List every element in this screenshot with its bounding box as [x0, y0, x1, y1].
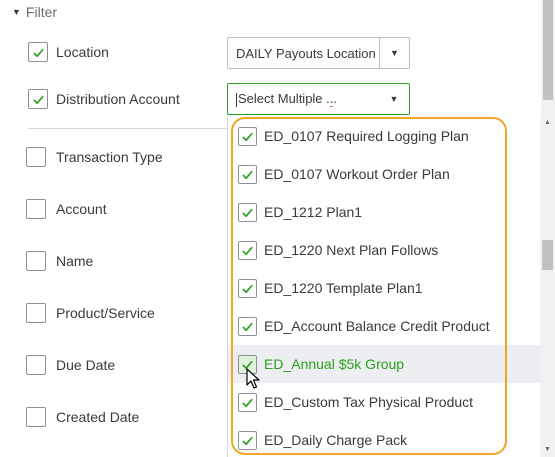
dropdown-item[interactable]: ED_Daily Charge Pack	[228, 421, 540, 457]
distribution-account-select[interactable]: Select Multiple ... ▼	[227, 83, 410, 115]
mouse-pointer-icon	[246, 368, 260, 389]
transaction-type-label: Transaction Type	[56, 149, 163, 165]
dropdown-item-label: ED_1220 Template Plan1	[264, 280, 423, 296]
dropdown-item-checkbox[interactable]	[238, 430, 257, 450]
dropdown-item-label: ED_0107 Required Logging Plan	[264, 128, 469, 144]
check-icon	[242, 436, 253, 445]
dropdown-scrollbar-thumb[interactable]	[542, 240, 553, 270]
dropdown-item-label: ED_Custom Tax Physical Product	[264, 394, 474, 410]
divider	[28, 128, 228, 129]
created-date-checkbox[interactable]	[26, 407, 46, 427]
scroll-up-arrow-icon[interactable]: ▲	[540, 115, 555, 130]
distribution-account-checkbox[interactable]	[28, 89, 48, 109]
chevron-down-icon[interactable]: ▼	[379, 38, 409, 68]
text-caret	[236, 92, 237, 107]
dropdown-item-hovered[interactable]: ED_Annual $5k Group	[228, 345, 540, 383]
page-scrollbar-thumb[interactable]	[543, 0, 553, 100]
dropdown-item[interactable]: ED_1220 Next Plan Follows	[228, 231, 540, 269]
dropdown-item[interactable]: ED_1220 Template Plan1	[228, 269, 540, 307]
filter-toggle[interactable]: ▼ Filter	[12, 4, 57, 20]
dropdown-item-label: ED_Annual $5k Group	[264, 356, 405, 372]
dropdown-item-label: ED_Daily Charge Pack	[264, 432, 408, 448]
location-select[interactable]: DAILY Payouts Location ▼	[227, 37, 410, 69]
due-date-checkbox[interactable]	[26, 355, 46, 375]
check-icon	[32, 95, 44, 104]
check-icon	[242, 208, 253, 217]
page-scrollbar[interactable]	[541, 0, 555, 115]
dropdown-item[interactable]: ED_Account Balance Credit Product	[228, 307, 540, 345]
check-icon	[242, 170, 253, 179]
distribution-account-select-value[interactable]: Select Multiple ...	[228, 91, 379, 107]
location-label: Location	[56, 44, 109, 60]
dropdown-item-checkbox[interactable]	[238, 392, 257, 412]
account-label: Account	[56, 201, 107, 217]
dropdown-item-label: ED_Account Balance Credit Product	[264, 318, 490, 334]
select-multiple-ellipsis: ...	[326, 91, 337, 107]
product-service-checkbox[interactable]	[26, 303, 46, 323]
triangle-down-icon: ▼	[12, 7, 21, 17]
dropdown-item-label: ED_1220 Next Plan Follows	[264, 242, 439, 258]
filter-header-label: Filter	[25, 4, 58, 20]
check-icon	[242, 246, 253, 255]
check-icon	[242, 132, 253, 141]
dropdown-item-label: ED_0107 Workout Order Plan	[264, 166, 450, 182]
dropdown-item[interactable]: ED_0107 Workout Order Plan	[228, 155, 540, 193]
distribution-account-label: Distribution Account	[56, 91, 180, 107]
dropdown-item-checkbox[interactable]	[238, 240, 257, 260]
due-date-label: Due Date	[56, 357, 116, 373]
dropdown-item-label: ED_1212 Plan1	[264, 204, 363, 220]
name-label: Name	[56, 253, 94, 269]
check-icon	[32, 48, 44, 57]
dropdown-scrollbar[interactable]: ▲ ▼	[540, 115, 555, 457]
dropdown-item-checkbox[interactable]	[238, 126, 257, 146]
check-icon	[242, 322, 253, 331]
product-service-label: Product/Service	[56, 305, 155, 321]
name-checkbox[interactable]	[26, 251, 46, 271]
distribution-account-dropdown: ED_0107 Required Logging Plan ED_0107 Wo…	[227, 115, 540, 457]
location-select-value: DAILY Payouts Location	[236, 45, 376, 61]
check-icon	[242, 398, 253, 407]
select-multiple-text: Select Multiple	[238, 91, 327, 107]
dropdown-item-checkbox[interactable]	[238, 202, 257, 222]
dropdown-item[interactable]: ED_0107 Required Logging Plan	[228, 117, 540, 155]
dropdown-item[interactable]: ED_Custom Tax Physical Product	[228, 383, 540, 421]
dropdown-item[interactable]: ED_1212 Plan1	[228, 193, 540, 231]
transaction-type-checkbox[interactable]	[26, 147, 46, 167]
dropdown-item-checkbox[interactable]	[238, 278, 257, 298]
account-checkbox[interactable]	[26, 199, 46, 219]
scroll-down-arrow-icon[interactable]: ▼	[540, 442, 555, 457]
check-icon	[242, 284, 253, 293]
chevron-down-icon[interactable]: ▼	[379, 84, 409, 114]
location-checkbox[interactable]	[28, 42, 48, 62]
dropdown-item-checkbox[interactable]	[238, 164, 257, 184]
dropdown-item-checkbox[interactable]	[238, 316, 257, 336]
created-date-label: Created Date	[56, 409, 140, 425]
